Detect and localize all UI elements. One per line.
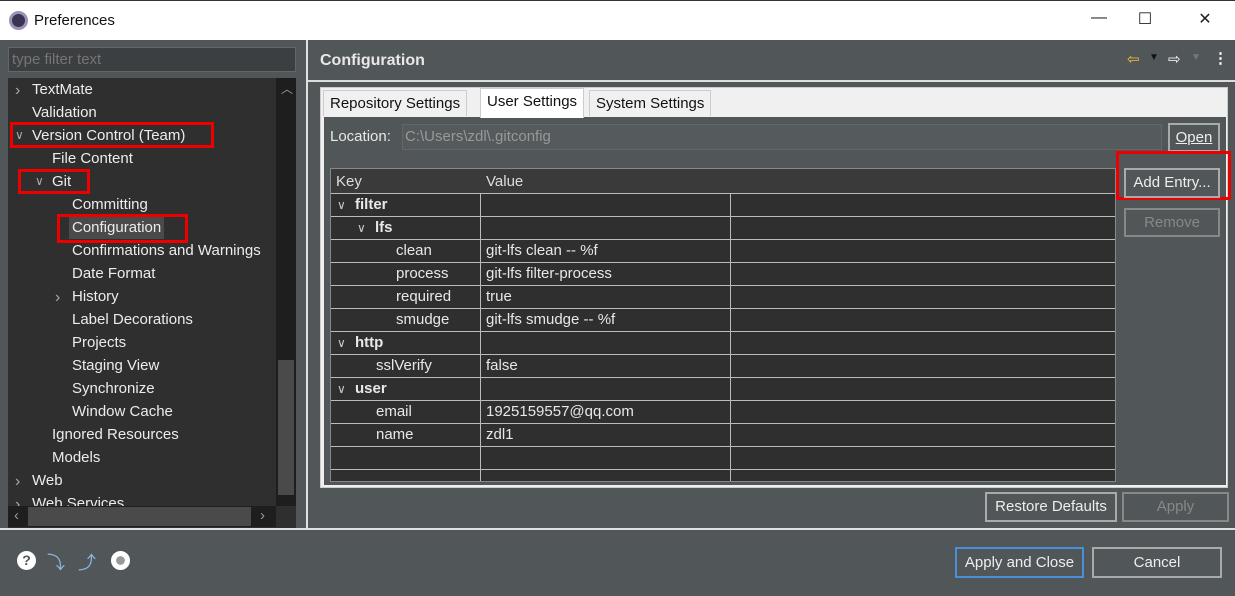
- forward-dropdown-icon[interactable]: ▼: [1191, 52, 1201, 63]
- tree-item[interactable]: Web: [32, 469, 63, 492]
- column-header-value[interactable]: Value: [486, 169, 523, 192]
- view-menu-icon[interactable]: ⋮: [1213, 49, 1228, 67]
- minimize-button[interactable]: —: [1076, 9, 1122, 27]
- config-key: filter: [355, 196, 388, 213]
- config-value: git-lfs clean -- %f: [486, 242, 598, 259]
- collapse-chevron-icon[interactable]: ∨: [337, 332, 346, 355]
- config-key: process: [396, 265, 449, 282]
- tree-item[interactable]: Label Decorations: [72, 308, 193, 331]
- cancel-button[interactable]: Cancel: [1092, 547, 1222, 578]
- table-row[interactable]: ∨ http: [331, 332, 1115, 355]
- config-key: sslVerify: [376, 357, 432, 374]
- import-icon[interactable]: ⤵: [47, 549, 65, 575]
- expand-chevron-icon[interactable]: ›: [55, 289, 60, 307]
- tree-item[interactable]: Window Cache: [72, 400, 173, 423]
- config-value: git-lfs smudge -- %f: [486, 311, 616, 328]
- table-row[interactable]: [331, 470, 1115, 481]
- highlight-version-control: [10, 122, 214, 148]
- restore-defaults-button[interactable]: Restore Defaults: [985, 492, 1117, 522]
- config-key: clean: [396, 242, 432, 259]
- scroll-left-icon[interactable]: ‹: [14, 507, 19, 524]
- tree-item[interactable]: Date Format: [72, 262, 155, 285]
- collapse-chevron-icon[interactable]: ∨: [337, 194, 346, 217]
- table-header: Key Value: [331, 169, 1115, 194]
- tree-item[interactable]: Ignored Resources: [52, 423, 179, 446]
- tree-item[interactable]: Synchronize: [72, 377, 155, 400]
- back-arrow-icon[interactable]: ⇦: [1127, 50, 1140, 68]
- table-row[interactable]: [331, 447, 1115, 470]
- table-row[interactable]: required true: [331, 286, 1115, 309]
- maximize-button[interactable]: ☐: [1122, 9, 1168, 29]
- open-button[interactable]: Open: [1168, 123, 1220, 152]
- close-button[interactable]: ✕: [1182, 9, 1228, 29]
- record-icon[interactable]: [111, 551, 130, 570]
- tree-item[interactable]: TextMate: [32, 78, 93, 101]
- tab-repository-settings[interactable]: Repository Settings: [323, 90, 468, 116]
- tree-item[interactable]: History: [72, 285, 119, 308]
- vertical-scroll-thumb[interactable]: [278, 360, 294, 495]
- config-value: git-lfs filter-process: [486, 265, 612, 282]
- table-row[interactable]: ∨ filter: [331, 194, 1115, 217]
- tree-item[interactable]: File Content: [52, 147, 133, 170]
- table-row[interactable]: ∨ lfs: [331, 217, 1115, 240]
- tree-item[interactable]: Models: [52, 446, 100, 469]
- table-row[interactable]: ∨ user: [331, 378, 1115, 401]
- config-value: zdl1: [486, 426, 514, 443]
- config-value: false: [486, 357, 518, 374]
- table-row[interactable]: smudge git-lfs smudge -- %f: [331, 309, 1115, 332]
- collapse-chevron-icon[interactable]: ∨: [337, 378, 346, 401]
- horizontal-scroll-thumb[interactable]: [28, 507, 251, 526]
- config-key: lfs: [375, 219, 393, 236]
- tree-item[interactable]: Staging View: [72, 354, 159, 377]
- scroll-up-icon[interactable]: ︿: [281, 80, 293, 97]
- expand-chevron-icon[interactable]: ›: [15, 82, 20, 100]
- config-key: smudge: [396, 311, 450, 328]
- title-bar: Preferences — ☐ ✕: [0, 0, 1235, 40]
- config-key: email: [376, 403, 412, 420]
- back-dropdown-icon[interactable]: ▼: [1149, 52, 1159, 63]
- location-field[interactable]: C:\Users\zdl\.gitconfig: [402, 124, 1162, 150]
- config-table: Key Value ∨ filter ∨ lfs clean git-lfs clean …: [330, 168, 1116, 482]
- tree-item[interactable]: Projects: [72, 331, 126, 354]
- tree-item[interactable]: Committing: [72, 193, 148, 216]
- scroll-right-icon[interactable]: ›: [260, 507, 265, 524]
- tree-item[interactable]: Validation: [32, 101, 97, 124]
- eclipse-gear-icon: [9, 11, 28, 30]
- table-row[interactable]: clean git-lfs clean -- %f: [331, 240, 1115, 263]
- column-header-key[interactable]: Key: [336, 169, 362, 192]
- table-row[interactable]: name zdl1: [331, 424, 1115, 447]
- collapse-chevron-icon[interactable]: ∨: [357, 217, 366, 240]
- config-key: required: [396, 288, 452, 305]
- tab-user-settings[interactable]: User Settings: [480, 88, 585, 118]
- remove-button[interactable]: Remove: [1124, 208, 1220, 237]
- tab-system-settings[interactable]: System Settings: [589, 90, 712, 116]
- window-title: Preferences: [34, 12, 115, 29]
- filter-input[interactable]: [8, 47, 296, 72]
- page-title: Configuration: [320, 52, 425, 69]
- config-key: http: [355, 334, 384, 351]
- config-value: 1925159557@qq.com: [486, 403, 634, 420]
- config-value: true: [486, 288, 512, 305]
- table-row[interactable]: process git-lfs filter-process: [331, 263, 1115, 286]
- apply-and-close-button[interactable]: Apply and Close: [955, 547, 1084, 578]
- expand-chevron-icon[interactable]: ›: [15, 473, 20, 491]
- config-key: user: [355, 380, 387, 397]
- location-label: Location:: [330, 128, 391, 145]
- panel-divider[interactable]: [306, 40, 308, 528]
- help-icon[interactable]: ?: [17, 551, 36, 570]
- header-divider: [308, 80, 1235, 82]
- forward-arrow-icon[interactable]: ⇨: [1168, 50, 1181, 68]
- apply-button[interactable]: Apply: [1122, 492, 1229, 522]
- table-row[interactable]: email 1925159557@qq.com: [331, 401, 1115, 424]
- table-row[interactable]: sslVerify false: [331, 355, 1115, 378]
- export-icon[interactable]: ⤴: [78, 549, 96, 575]
- footer-divider: [0, 528, 1235, 530]
- highlight-git: [18, 169, 90, 194]
- config-key: name: [376, 426, 414, 443]
- add-entry-button[interactable]: Add Entry...: [1124, 168, 1220, 198]
- highlight-configuration: [57, 214, 188, 243]
